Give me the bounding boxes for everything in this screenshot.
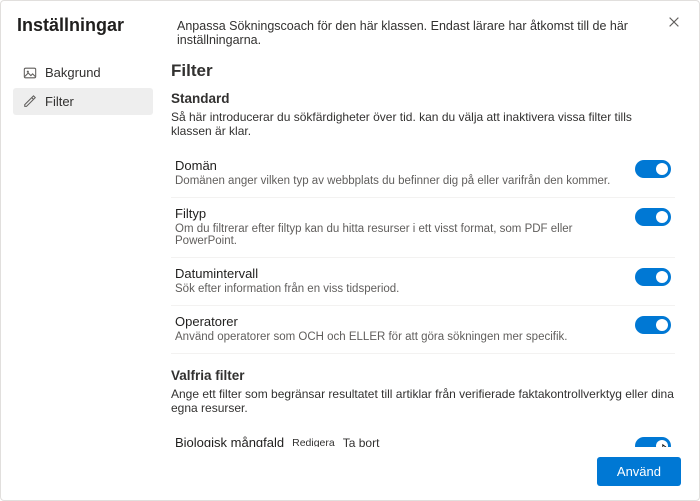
filter-row-biodiversity: Biologisk mångfald Redigera Ta bort: [171, 427, 675, 447]
filter-desc: Domänen anger vilken typ av webbplats du…: [175, 175, 611, 187]
filter-title: Domän: [175, 158, 611, 173]
filter-row-daterange: Datumintervall Sök efter information frå…: [171, 258, 675, 306]
filter-title: Biologisk mångfald: [175, 435, 284, 447]
toggle-filetype[interactable]: [635, 208, 671, 226]
apply-button[interactable]: Använd: [597, 457, 681, 486]
filter-desc: Använd operatorer som OCH och ELLER för …: [175, 331, 611, 343]
close-button[interactable]: [660, 10, 688, 38]
filter-desc: Om du filtrerar efter filtyp kan du hitt…: [175, 223, 611, 247]
toggle-domain[interactable]: [635, 160, 671, 178]
optional-desc: Ange ett filter som begränsar resultatet…: [171, 387, 675, 415]
sidebar-item-label: Bakgrund: [45, 65, 101, 80]
filter-title: Filtyp: [175, 206, 611, 221]
filter-row-filetype: Filtyp Om du filtrerar efter filtyp kan …: [171, 198, 675, 258]
pencil-icon: [23, 95, 37, 109]
standard-desc: Så här introducerar du sökfärdigheter öv…: [171, 110, 675, 138]
filter-row-domain: Domän Domänen anger vilken typ av webbpl…: [171, 150, 675, 198]
dialog-subtitle: Anpassa Sökningscoach för den här klasse…: [177, 15, 683, 47]
remove-link[interactable]: Ta bort: [343, 436, 380, 448]
edit-link[interactable]: Redigera: [292, 437, 335, 448]
toggle-operators[interactable]: [635, 316, 671, 334]
filter-desc: Sök efter information från en viss tidsp…: [175, 283, 611, 295]
filter-title: Operatorer: [175, 314, 611, 329]
content-heading: Filter: [171, 61, 675, 81]
dialog-title: Inställningar: [17, 15, 177, 36]
toggle-daterange[interactable]: [635, 268, 671, 286]
sidebar-item-label: Filter: [45, 94, 74, 109]
close-icon: [667, 16, 681, 33]
optional-title: Valfria filter: [171, 368, 675, 383]
sidebar-item-background[interactable]: Bakgrund: [13, 59, 153, 86]
filter-row-operators: Operatorer Använd operatorer som OCH och…: [171, 306, 675, 354]
toggle-biodiversity[interactable]: [635, 437, 671, 447]
sidebar-item-filter[interactable]: Filter: [13, 88, 153, 115]
image-icon: [23, 66, 37, 80]
standard-title: Standard: [171, 91, 675, 106]
filter-title: Datumintervall: [175, 266, 611, 281]
